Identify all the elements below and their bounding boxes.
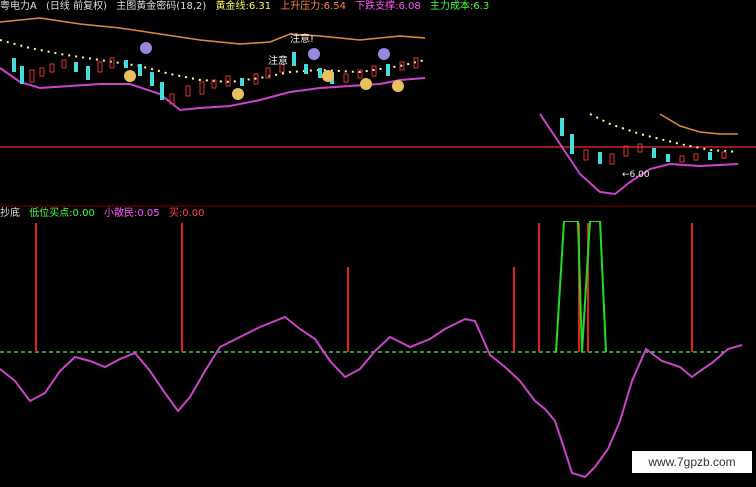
stock-name[interactable]: 粤电力A xyxy=(0,1,37,12)
period-label[interactable]: (日线 前复权) xyxy=(46,1,107,12)
indicator-name[interactable]: 主图黄金密码(18,2) xyxy=(116,1,206,12)
candles-left xyxy=(12,52,419,105)
main-chart-header: 粤电力A (日线 前复权) 主图黄金密码(18,2) 黄金线:6.31 上升压力… xyxy=(0,0,495,14)
resist-band-left xyxy=(0,17,426,45)
sub-indicator-name[interactable]: 抄底 xyxy=(0,208,20,219)
low-buy-line xyxy=(555,221,607,353)
retail-line xyxy=(0,315,743,479)
support-value: 下跌支撑:6.08 xyxy=(355,1,421,12)
candles-right xyxy=(560,118,727,165)
buy-signal-bars xyxy=(35,223,693,352)
resist-band-right xyxy=(659,113,738,135)
main-price-chart[interactable]: 注意! 注意 ←6.00 xyxy=(0,14,756,214)
buy-value: 买:0.00 xyxy=(168,208,205,219)
support-band-left xyxy=(0,67,426,112)
watermark: www.7gpzb.com xyxy=(632,451,752,473)
low-buy-value: 低位买点:0.00 xyxy=(29,208,95,219)
sub-chart-header: 抄底 低位买点:0.00 小散民:0.05 买:0.00 xyxy=(0,207,210,221)
frown-markers xyxy=(140,42,390,60)
low-price-annotation: ←6.00 xyxy=(622,170,650,180)
gold-line-value: 黄金线:6.31 xyxy=(215,1,272,12)
resist-value: 上升压力:6.54 xyxy=(280,1,346,12)
cost-value: 主力成本:6.3 xyxy=(429,1,490,12)
gold-dot-line-left xyxy=(0,39,426,84)
caution-label-1: 注意! xyxy=(290,32,314,45)
retail-value: 小散民:0.05 xyxy=(104,208,160,219)
sub-indicator-chart[interactable] xyxy=(0,221,756,487)
caution-label-2: 注意 xyxy=(268,54,288,67)
